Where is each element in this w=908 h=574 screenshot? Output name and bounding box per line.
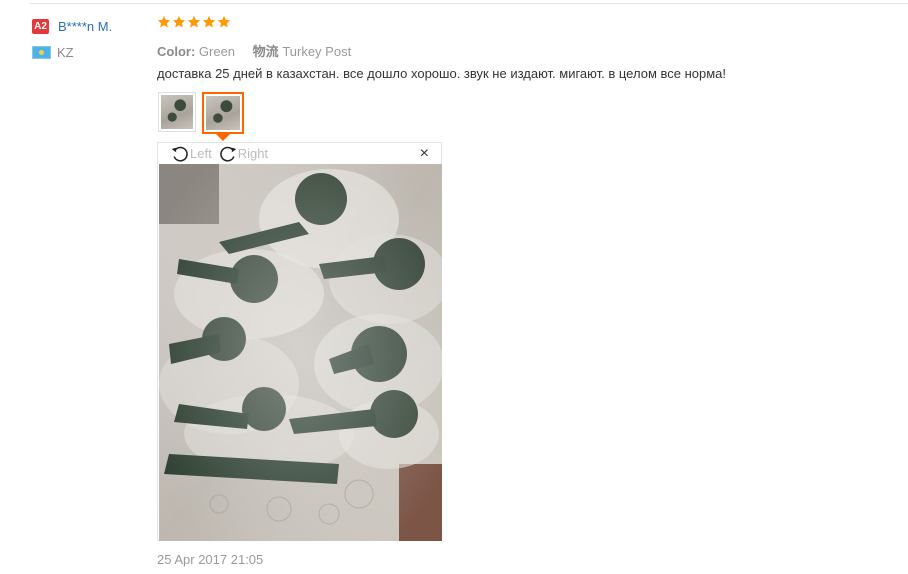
reviewer-row: A2 B****n M. — [32, 17, 152, 35]
reviewer-name[interactable]: B****n M. — [58, 19, 112, 34]
reviewer-info: A2 B****n M. KZ — [32, 17, 152, 60]
rotate-left-label: Left — [190, 146, 212, 161]
star-icon — [202, 15, 216, 28]
review-photo-image — [159, 164, 442, 541]
star-rating — [157, 15, 231, 29]
rotate-right-icon — [219, 146, 237, 162]
country-code: KZ — [57, 44, 74, 60]
shipping-label: 物流 — [252, 44, 279, 59]
review-text: доставка 25 дней в казахстан. все дошло … — [157, 66, 727, 81]
rotate-right-label: Right — [237, 146, 269, 161]
close-icon[interactable]: × — [420, 146, 429, 162]
star-icon — [157, 15, 171, 28]
shipping-value: Turkey Post — [282, 44, 352, 59]
review-photo-thumbnails — [158, 92, 244, 141]
star-icon — [172, 15, 186, 28]
reviewer-country: KZ — [32, 44, 152, 60]
review-photo — [159, 164, 442, 541]
photo-thumbnail-active[interactable] — [202, 92, 244, 141]
photo-viewer: Left Right × — [157, 142, 442, 541]
thumbnail-image — [161, 95, 193, 129]
color-value: Green — [198, 44, 236, 59]
review-item: A2 B****n M. KZ Color: Green 物流 Turkey P… — [0, 0, 908, 574]
kz-flag-icon — [32, 45, 51, 59]
rotate-right-button[interactable]: Right — [218, 144, 268, 164]
active-thumbnail-caret — [216, 134, 230, 141]
thumbnail-image — [206, 96, 240, 130]
photo-thumbnail[interactable] — [158, 92, 196, 132]
buyer-level-badge: A2 — [32, 18, 49, 34]
rotate-left-icon — [171, 146, 188, 162]
star-icon — [217, 15, 231, 28]
color-label: Color: — [157, 44, 196, 59]
viewer-toolbar: Left Right × — [158, 143, 441, 164]
divider — [30, 3, 908, 4]
order-attributes: Color: Green 物流 Turkey Post — [157, 41, 351, 60]
star-icon — [187, 15, 201, 28]
rotate-left-button[interactable]: Left — [170, 144, 212, 164]
review-date: 25 Apr 2017 21:05 — [157, 552, 264, 567]
